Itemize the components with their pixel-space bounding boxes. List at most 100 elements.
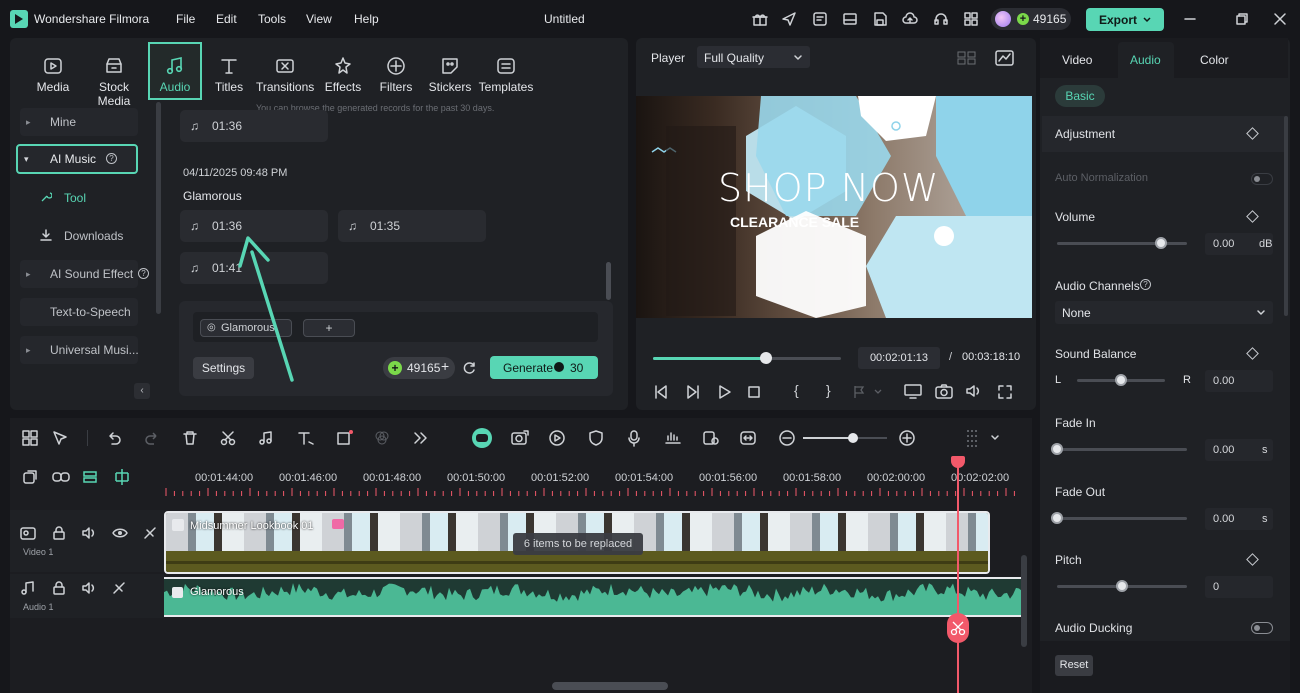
stop-icon[interactable]	[746, 384, 762, 400]
sound-balance-value[interactable]: 0.00	[1205, 370, 1273, 392]
cloud-upload-icon[interactable]	[902, 11, 918, 27]
marker-dropdown-icon[interactable]	[853, 385, 883, 399]
fade-in-value-box[interactable]: 0.00 s	[1205, 439, 1273, 461]
menu-file[interactable]: File	[176, 12, 195, 26]
tab-templates[interactable]: Templates	[478, 56, 534, 94]
audio-edit-icon[interactable]	[258, 430, 274, 446]
crop-icon[interactable]	[336, 429, 354, 447]
scopes-icon[interactable]	[995, 49, 1015, 67]
close-icon[interactable]	[1272, 11, 1288, 27]
video-preview[interactable]: SHOP NOW CLEARANCE SALE	[636, 96, 1032, 318]
volume-value-box[interactable]: 0.00 dB	[1205, 233, 1273, 255]
auto-reframe-icon[interactable]	[510, 429, 530, 447]
fade-out-slider[interactable]	[1051, 512, 1187, 524]
fit-icon[interactable]	[739, 429, 757, 447]
credits-badge[interactable]: + 49165	[991, 8, 1071, 30]
speed-icon[interactable]	[548, 429, 566, 447]
snapshot-icon[interactable]	[935, 383, 953, 399]
fade-in-slider[interactable]	[1051, 443, 1187, 455]
shield-icon[interactable]	[588, 429, 604, 447]
text-tool-icon[interactable]	[297, 430, 315, 446]
basic-tab[interactable]: Basic	[1055, 85, 1105, 107]
layout-grid-icon[interactable]	[22, 430, 38, 446]
audio-channels-select[interactable]: None	[1055, 301, 1273, 324]
zoom-in-icon[interactable]	[898, 429, 916, 447]
sidebar-item-mine[interactable]: ▸ Mine	[20, 108, 138, 136]
snap-icon[interactable]	[113, 468, 131, 486]
audio-ducking-toggle[interactable]	[1251, 622, 1273, 634]
display-settings-icon[interactable]	[904, 383, 922, 399]
send-icon[interactable]	[781, 11, 797, 27]
timeline-view-options-icon[interactable]	[964, 428, 1000, 448]
menu-help[interactable]: Help	[354, 12, 379, 26]
sidebar-item-ai-sound-effect[interactable]: ▸ AI Sound Effect ?	[20, 260, 149, 288]
reset-button[interactable]: Reset	[1055, 655, 1093, 676]
quality-select[interactable]: Full Quality	[697, 46, 810, 68]
fade-out-value-box[interactable]: 0.00 s	[1205, 508, 1273, 530]
collapse-sidebar-button[interactable]: ‹	[134, 383, 150, 399]
sidebar-item-ai-music[interactable]: ▾ AI Music ?	[16, 144, 138, 174]
save-icon[interactable]	[872, 11, 888, 27]
tab-effects[interactable]: Effects	[320, 56, 366, 94]
document-icon[interactable]	[812, 11, 828, 27]
tab-color[interactable]: Color	[1200, 53, 1229, 67]
beat-sync-icon[interactable]	[702, 429, 720, 447]
generate-button[interactable]: Generate 30	[490, 356, 598, 379]
sidebar-item-universal-music[interactable]: ▸ Universal Musi...	[20, 336, 139, 364]
auto-normalization-toggle[interactable]	[1251, 173, 1273, 185]
pitch-value[interactable]: 0	[1205, 576, 1273, 598]
tab-titles[interactable]: Titles	[210, 56, 248, 94]
microphone-icon[interactable]	[626, 429, 642, 447]
tab-filters[interactable]: Filters	[376, 56, 416, 94]
effects-off-icon[interactable]	[143, 526, 157, 540]
lock-icon[interactable]	[52, 581, 66, 595]
previous-frame-icon[interactable]	[653, 384, 669, 400]
refresh-icon[interactable]	[463, 361, 477, 375]
help-icon[interactable]: ?	[1140, 279, 1151, 290]
export-button[interactable]: Export	[1086, 8, 1164, 31]
menu-view[interactable]: View	[306, 12, 332, 26]
more-tools-icon[interactable]	[412, 430, 428, 446]
delete-icon[interactable]	[182, 430, 198, 446]
apps-grid-icon[interactable]	[963, 11, 979, 27]
undo-icon[interactable]	[106, 430, 122, 446]
playback-progress[interactable]	[653, 352, 841, 364]
properties-scrollbar[interactable]	[1284, 116, 1288, 316]
volume-slider[interactable]	[1057, 237, 1187, 249]
tab-transitions[interactable]: Transitions	[256, 56, 314, 94]
zoom-slider[interactable]	[803, 433, 887, 443]
tab-media[interactable]: Media	[36, 56, 70, 94]
help-icon[interactable]: ?	[138, 268, 149, 279]
volume-icon[interactable]	[965, 383, 983, 399]
audio-card[interactable]: ♫ 01:35	[338, 210, 486, 242]
gift-icon[interactable]	[752, 11, 768, 27]
split-button[interactable]	[947, 613, 969, 643]
tab-audio[interactable]: Audio	[154, 56, 196, 94]
add-credits-icon[interactable]: +	[441, 358, 449, 374]
scissors-icon[interactable]	[220, 430, 236, 446]
select-tool-icon[interactable]	[52, 430, 68, 446]
tab-audio-properties[interactable]: Audio	[1130, 53, 1161, 67]
next-frame-icon[interactable]	[685, 384, 701, 400]
tab-video[interactable]: Video	[1062, 53, 1092, 67]
eye-icon[interactable]	[112, 526, 128, 540]
playhead[interactable]	[957, 458, 959, 693]
timeline-horizontal-scrollbar[interactable]	[552, 682, 668, 690]
pitch-slider[interactable]	[1057, 580, 1187, 592]
speaker-icon[interactable]	[82, 526, 96, 540]
menu-edit[interactable]: Edit	[216, 12, 237, 26]
ai-copilot-icon[interactable]	[472, 428, 492, 448]
audio-stretch-icon[interactable]	[664, 429, 682, 447]
fullscreen-icon[interactable]	[997, 384, 1013, 400]
lock-icon[interactable]	[52, 526, 66, 540]
layout-icon[interactable]	[842, 11, 858, 27]
timeline-vertical-scrollbar[interactable]	[1021, 555, 1027, 647]
link-icon[interactable]	[52, 469, 70, 485]
sidebar-item-text-to-speech[interactable]: Text-to-Speech	[20, 298, 138, 326]
add-track-icon[interactable]	[22, 469, 38, 485]
mark-out-icon[interactable]: }	[826, 382, 831, 398]
audio-clip[interactable]: Glamorous	[164, 577, 1022, 617]
track-manager-icon[interactable]	[82, 469, 98, 485]
zoom-knob[interactable]	[848, 433, 858, 443]
effects-off-icon[interactable]	[112, 581, 126, 595]
